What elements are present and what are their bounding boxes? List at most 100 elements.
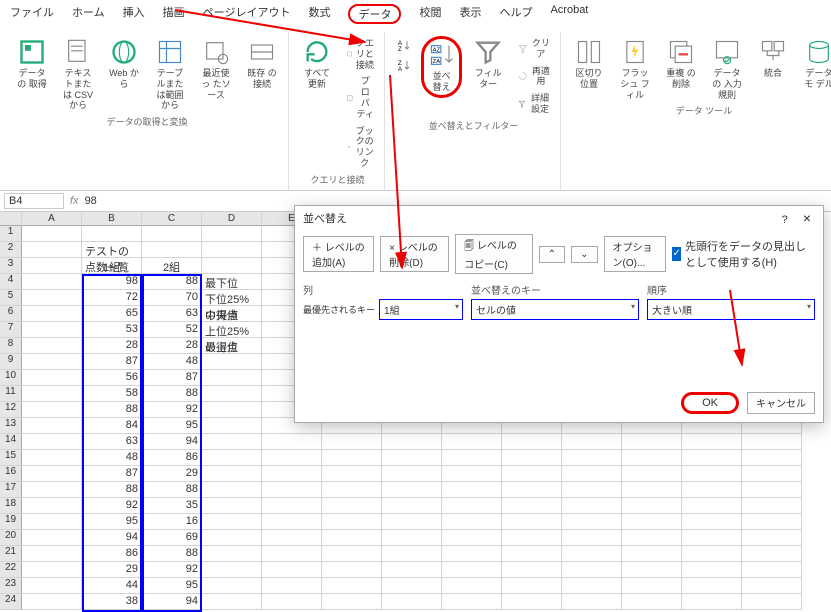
- cell[interactable]: [562, 434, 622, 450]
- cell[interactable]: [562, 578, 622, 594]
- cell[interactable]: 53: [82, 322, 142, 338]
- cell[interactable]: [322, 434, 382, 450]
- cell[interactable]: [382, 434, 442, 450]
- cell[interactable]: [22, 322, 82, 338]
- cell[interactable]: [502, 594, 562, 610]
- menu-view[interactable]: 表示: [459, 4, 481, 24]
- menu-draw[interactable]: 描画: [163, 4, 185, 24]
- menu-file[interactable]: ファイル: [10, 4, 54, 24]
- menu-insert[interactable]: 挿入: [123, 4, 145, 24]
- cell[interactable]: [562, 546, 622, 562]
- cell[interactable]: [202, 466, 262, 482]
- cell[interactable]: [322, 530, 382, 546]
- cell[interactable]: [22, 354, 82, 370]
- cell[interactable]: 84: [82, 418, 142, 434]
- cell[interactable]: [382, 482, 442, 498]
- cell[interactable]: [682, 530, 742, 546]
- cell[interactable]: 63: [142, 306, 202, 322]
- cell[interactable]: 87: [142, 370, 202, 386]
- cell[interactable]: [682, 546, 742, 562]
- cell[interactable]: 38: [82, 594, 142, 610]
- cell[interactable]: [562, 562, 622, 578]
- cell[interactable]: [202, 370, 262, 386]
- cell[interactable]: [262, 498, 322, 514]
- workbook-links-button[interactable]: ブックのリンク: [343, 124, 378, 171]
- cell[interactable]: 86: [82, 546, 142, 562]
- ok-button[interactable]: OK: [681, 392, 739, 414]
- formula-input[interactable]: 98: [85, 195, 97, 207]
- cell[interactable]: [262, 434, 322, 450]
- cell[interactable]: [622, 450, 682, 466]
- cell[interactable]: [442, 498, 502, 514]
- menu-help[interactable]: ヘルプ: [499, 4, 532, 24]
- cell[interactable]: [262, 594, 322, 610]
- cell[interactable]: [622, 514, 682, 530]
- cell[interactable]: [22, 450, 82, 466]
- cell[interactable]: [742, 546, 802, 562]
- cell[interactable]: 56: [82, 370, 142, 386]
- menu-data[interactable]: データ: [348, 4, 401, 24]
- cell[interactable]: [202, 226, 262, 242]
- cell[interactable]: 28: [82, 338, 142, 354]
- cell[interactable]: 下位25%の得点: [202, 290, 262, 306]
- get-data-button[interactable]: データの 取得: [12, 36, 52, 92]
- queries-button[interactable]: クエリと接続: [343, 36, 378, 72]
- cell[interactable]: [202, 242, 262, 258]
- cell[interactable]: 95: [142, 578, 202, 594]
- cell[interactable]: [22, 578, 82, 594]
- cell[interactable]: [682, 578, 742, 594]
- cell[interactable]: [262, 466, 322, 482]
- flash-fill-button[interactable]: フラッシュ フィル: [615, 36, 655, 102]
- cell[interactable]: [742, 466, 802, 482]
- cell[interactable]: [442, 514, 502, 530]
- cell[interactable]: [322, 498, 382, 514]
- cell[interactable]: [382, 514, 442, 530]
- cell[interactable]: [742, 434, 802, 450]
- recent-sources-button[interactable]: 最近使っ たソース: [196, 36, 236, 102]
- cell[interactable]: 88: [142, 546, 202, 562]
- cell[interactable]: [22, 274, 82, 290]
- cell[interactable]: 95: [142, 418, 202, 434]
- cell[interactable]: [442, 434, 502, 450]
- cell[interactable]: 88: [142, 386, 202, 402]
- cell[interactable]: 88: [142, 482, 202, 498]
- existing-conn-button[interactable]: 既存 の接続: [242, 36, 282, 92]
- cell[interactable]: 98: [82, 274, 142, 290]
- name-box[interactable]: B4: [4, 193, 64, 209]
- cell[interactable]: [202, 530, 262, 546]
- cell[interactable]: 95: [82, 514, 142, 530]
- cell[interactable]: [502, 578, 562, 594]
- cell[interactable]: [502, 562, 562, 578]
- clear-filter-button[interactable]: クリア: [514, 36, 554, 62]
- cell[interactable]: [562, 514, 622, 530]
- dialog-close-button[interactable]: ×: [799, 210, 815, 226]
- cell[interactable]: 最上位: [202, 338, 262, 354]
- move-up-button[interactable]: ⌃: [539, 246, 565, 263]
- cell[interactable]: [682, 562, 742, 578]
- cell[interactable]: [22, 290, 82, 306]
- cell[interactable]: [502, 514, 562, 530]
- cell[interactable]: [202, 578, 262, 594]
- cell[interactable]: [622, 498, 682, 514]
- refresh-all-button[interactable]: すべて 更新: [297, 36, 337, 92]
- cell[interactable]: 48: [82, 450, 142, 466]
- cell[interactable]: [22, 498, 82, 514]
- cell[interactable]: [742, 578, 802, 594]
- cell[interactable]: [682, 594, 742, 610]
- cell[interactable]: [202, 594, 262, 610]
- menu-formula[interactable]: 数式: [308, 4, 330, 24]
- cell[interactable]: [442, 562, 502, 578]
- cell[interactable]: [622, 482, 682, 498]
- cell[interactable]: [202, 562, 262, 578]
- cell[interactable]: [382, 594, 442, 610]
- cell[interactable]: 29: [142, 466, 202, 482]
- cell[interactable]: [22, 466, 82, 482]
- cell[interactable]: 1組: [82, 258, 142, 274]
- menu-home[interactable]: ホーム: [72, 4, 105, 24]
- cell[interactable]: 94: [142, 594, 202, 610]
- cell[interactable]: 52: [142, 322, 202, 338]
- cell[interactable]: [262, 562, 322, 578]
- cell[interactable]: 94: [82, 530, 142, 546]
- cell[interactable]: 88: [82, 402, 142, 418]
- cell[interactable]: [142, 242, 202, 258]
